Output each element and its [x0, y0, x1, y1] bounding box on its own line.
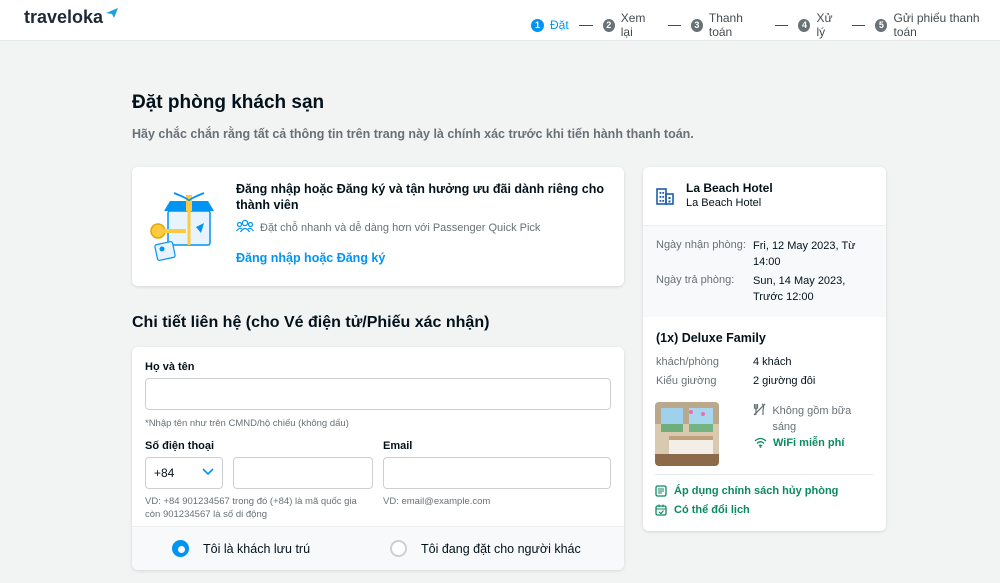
passengers-icon: [236, 219, 254, 236]
country-code-value: +84: [154, 466, 175, 480]
page-subtitle: Hãy chắc chắn rằng tất cả thông tin trên…: [132, 127, 694, 141]
phone-input[interactable]: [233, 457, 373, 489]
login-promo-subtitle: Đặt chỗ nhanh và dễ dàng hơn với Passeng…: [236, 219, 540, 236]
login-promo-title: Đăng nhập hoặc Đăng ký và tận hưởng ưu đ…: [236, 182, 604, 212]
bed-type-value: 2 giường đôi: [753, 375, 816, 387]
step-number: 2: [602, 18, 615, 32]
step-processing: 4 Xử lý: [798, 11, 875, 39]
breakfast-text: Không gồm bữa sáng: [772, 405, 852, 433]
hotel-header: La Beach Hotel La Beach Hotel: [643, 167, 886, 225]
radio-booking-for-other[interactable]: Tôi đang đặt cho người khác: [390, 540, 581, 557]
chevron-down-icon: [202, 467, 214, 479]
radio-self-guest[interactable]: Tôi là khách lưu trú: [172, 540, 310, 557]
checkin-value: Fri, 12 May 2023, Từ 14:00: [753, 240, 856, 268]
step-payment: 3 Thanh toán: [690, 11, 799, 39]
step-separator: [852, 24, 866, 26]
email-hint: VD: email@example.com: [383, 496, 491, 507]
checkout-value: Sun, 14 May 2023, Trước 12:00: [753, 275, 846, 303]
cancellation-policy-text: Áp dụng chính sách hủy phòng: [674, 485, 839, 497]
step-number: 4: [798, 18, 811, 32]
reschedule-policy-text: Có thể đổi lịch: [674, 504, 750, 516]
no-meal-icon: [753, 403, 766, 421]
traveloka-logo[interactable]: traveloka: [24, 7, 119, 28]
divider: [655, 474, 873, 475]
step-review: 2 Xem lại: [602, 11, 691, 39]
top-bar: traveloka 1 Đặt 2 Xem lại 3 Thanh toán 4…: [0, 0, 1000, 41]
room-photo[interactable]: [655, 402, 719, 466]
step-label: Xử lý: [816, 11, 833, 39]
checkout-label: Ngày trả phòng:: [656, 274, 735, 286]
contact-form-card: Họ và tên *Nhập tên như trên CMND/hộ chi…: [132, 347, 624, 570]
wifi-text: WiFi miễn phí: [773, 437, 845, 449]
step-send-voucher: 5 Gửi phiếu thanh toán: [875, 11, 1000, 39]
wifi-icon: [753, 437, 767, 451]
full-name-hint: *Nhập tên như trên CMND/hộ chiếu (không …: [145, 418, 349, 429]
refund-policy-icon: [655, 485, 667, 497]
room-title: (1x) Deluxe Family: [656, 331, 766, 345]
step-label: Đặt: [550, 18, 569, 32]
phone-label: Số điện thoại: [145, 440, 215, 452]
contact-section-title: Chi tiết liên hệ (cho Vé điện tử/Phiếu x…: [132, 314, 490, 331]
gift-key-illustration-icon: [148, 189, 220, 264]
step-separator: [775, 24, 789, 26]
login-promo-card: Đăng nhập hoặc Đăng ký và tận hưởng ưu đ…: [132, 167, 624, 286]
stay-dates: Ngày nhận phòng: Fri, 12 May 2023, Từ 14…: [643, 225, 886, 317]
step-label: Xem lại: [620, 11, 646, 39]
step-separator: [667, 24, 681, 26]
hotel-building-icon: [656, 187, 674, 210]
cancellation-policy[interactable]: Áp dụng chính sách hủy phòng: [655, 485, 838, 497]
phone-hint-line: còn 901234567 là số di động: [145, 509, 268, 520]
reschedule-policy[interactable]: Có thể đổi lịch: [655, 504, 750, 516]
step-label: Thanh toán: [708, 11, 743, 39]
step-number: 5: [875, 18, 888, 32]
calendar-reschedule-icon: [655, 504, 667, 516]
login-promo-subtitle-text: Đặt chỗ nhanh và dễ dàng hơn với Passeng…: [260, 221, 541, 234]
guests-value: 4 khách: [753, 356, 792, 368]
guest-type-selector: Tôi là khách lưu trú Tôi đang đặt cho ng…: [132, 526, 624, 570]
bed-type-label: Kiểu giường: [656, 375, 717, 387]
checkin-label: Ngày nhận phòng:: [656, 239, 746, 251]
email-input[interactable]: [383, 457, 611, 489]
step-label: Gửi phiếu thanh toán: [893, 11, 980, 39]
full-name-input[interactable]: [145, 378, 611, 410]
step-number: 1: [531, 18, 544, 32]
guests-label: khách/phòng: [656, 356, 719, 368]
hotel-name-sub: La Beach Hotel: [686, 197, 762, 209]
wifi-info: WiFi miễn phí: [753, 437, 844, 451]
hotel-summary-card: La Beach Hotel La Beach Hotel Ngày nhận …: [643, 167, 886, 531]
radio-selected-icon: [172, 540, 189, 557]
radio-other-label: Tôi đang đặt cho người khác: [421, 541, 581, 556]
phone-hint-line: VD: +84 901234567 trong đó (+84) là mã q…: [145, 496, 357, 507]
login-register-link[interactable]: Đăng nhập hoặc Đăng ký: [236, 251, 385, 265]
booking-steps: 1 Đặt 2 Xem lại 3 Thanh toán 4 Xử lý 5 G…: [531, 11, 1000, 39]
email-label: Email: [383, 440, 413, 452]
breakfast-info: Không gồm bữa sáng: [753, 403, 873, 435]
country-code-select[interactable]: +84: [145, 457, 223, 489]
brand-name: traveloka: [24, 7, 104, 27]
radio-self-label: Tôi là khách lưu trú: [203, 541, 311, 556]
page-title: Đặt phòng khách sạn: [132, 92, 325, 113]
hotel-name: La Beach Hotel: [686, 181, 773, 195]
step-number: 3: [690, 18, 703, 32]
phone-hint: VD: +84 901234567 trong đó (+84) là mã q…: [145, 495, 357, 521]
radio-unselected-icon: [390, 540, 407, 557]
step-separator: [578, 24, 593, 26]
step-book: 1 Đặt: [531, 18, 603, 32]
bird-logo-icon: [105, 6, 119, 22]
full-name-label: Họ và tên: [145, 361, 195, 373]
